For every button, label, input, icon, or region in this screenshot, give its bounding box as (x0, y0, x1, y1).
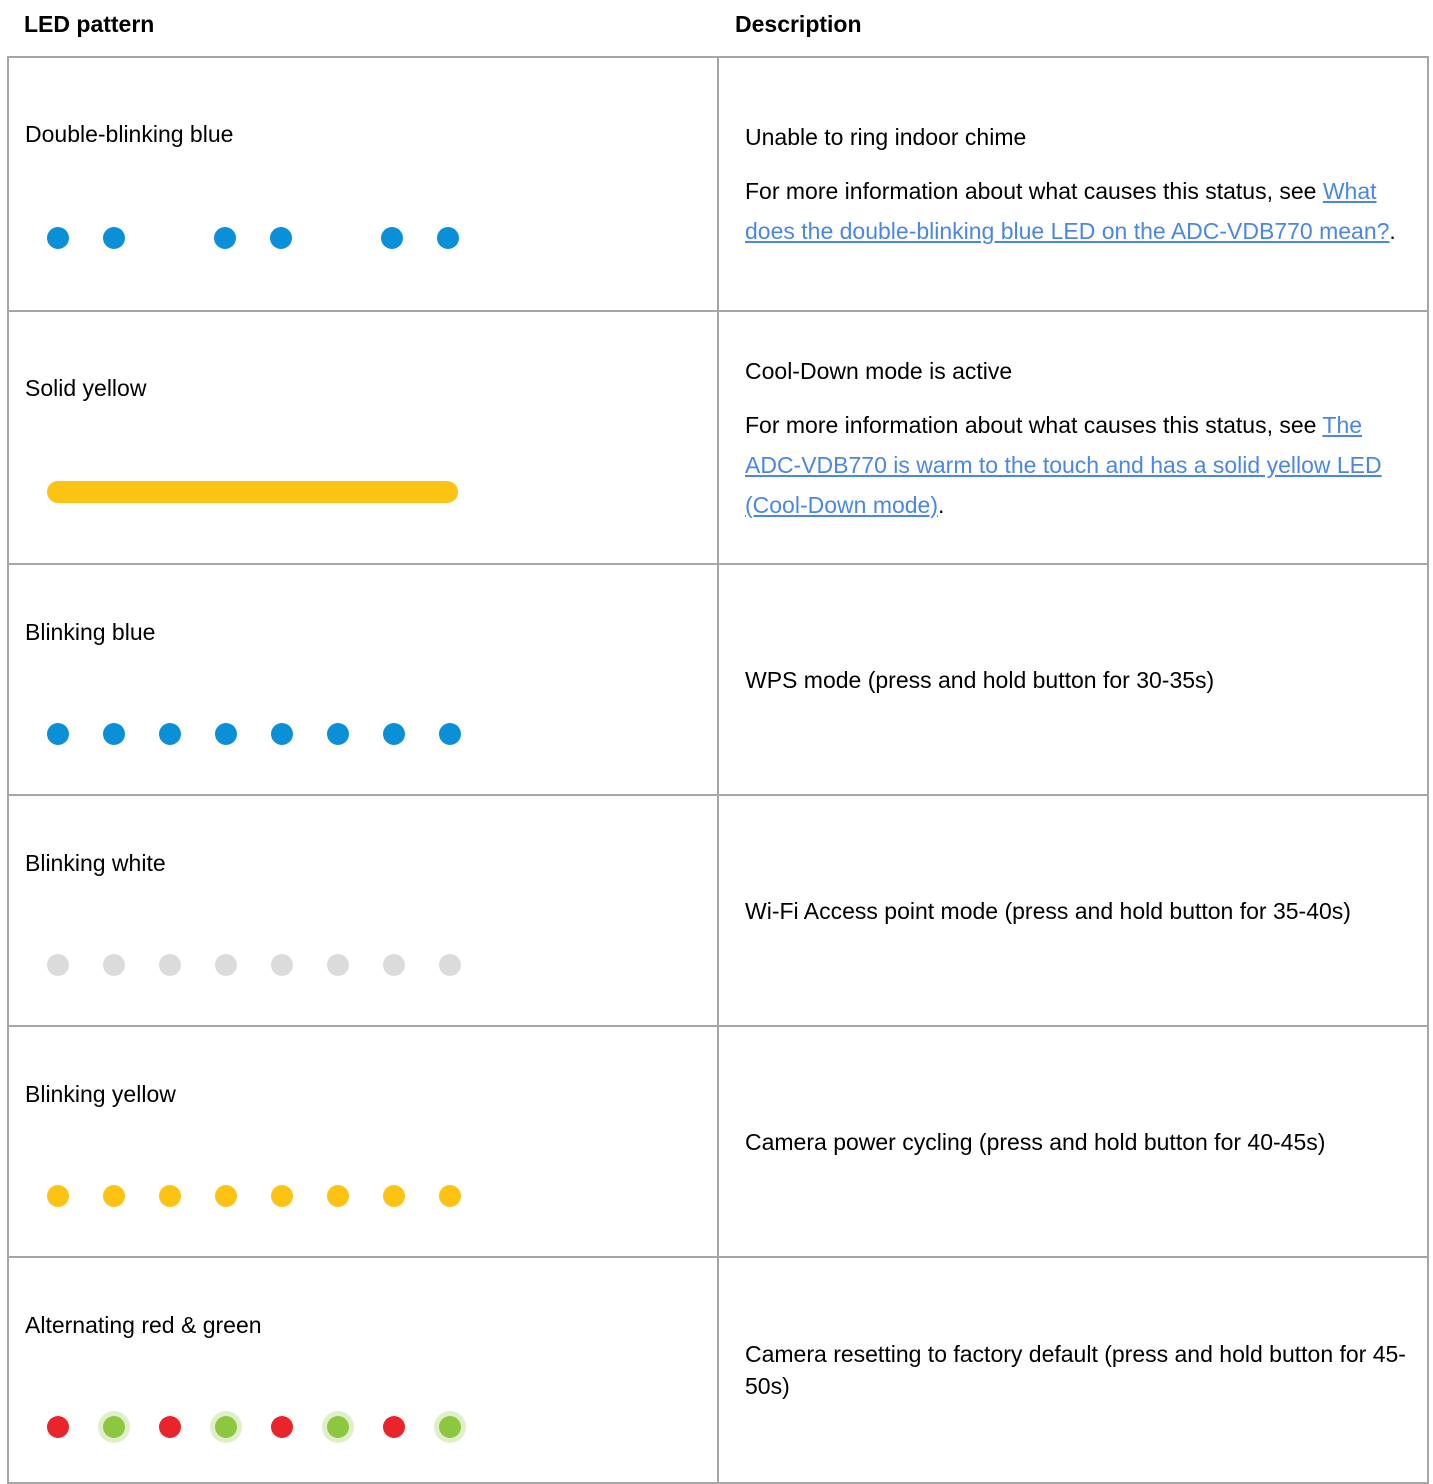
status-description: Camera power cycling (press and hold but… (745, 1128, 1326, 1155)
led-dot (103, 1416, 125, 1438)
led-dot (103, 723, 125, 745)
led-dot (215, 1416, 237, 1438)
info-prefix: For more information about what causes t… (745, 178, 1323, 204)
led-dot (47, 723, 69, 745)
led-pattern-table: Double-blinking blue Unable to ring indo… (7, 56, 1429, 1484)
led-solid-bar (47, 481, 458, 503)
led-cell: Alternating red & green (7, 1256, 719, 1484)
led-dot (439, 723, 461, 745)
status-title: Cool-Down mode is active (745, 357, 1013, 384)
led-label: Blinking yellow (25, 1081, 176, 1107)
info-prefix: For more information about what causes t… (745, 411, 1323, 438)
led-label: Alternating red & green (25, 1312, 262, 1338)
led-dot (159, 723, 181, 745)
led-dot (215, 1185, 237, 1207)
led-dot (327, 723, 349, 745)
led-dot (214, 227, 236, 249)
led-dot (159, 1416, 181, 1438)
led-dot (439, 1416, 461, 1438)
description-cell: Camera resetting to factory default (pre… (717, 1256, 1429, 1484)
led-dot (437, 227, 459, 249)
led-dot (383, 1185, 405, 1207)
led-cell: Double-blinking blue (7, 56, 719, 312)
led-dot (215, 954, 237, 976)
led-dot (381, 227, 403, 249)
led-dot (271, 954, 293, 976)
description-cell: WPS mode (press and hold button for 30-3… (717, 563, 1429, 796)
table-header: LED pattern Description (0, 0, 1433, 56)
led-dot (383, 1416, 405, 1438)
led-cell: Blinking blue (7, 563, 719, 796)
led-cell: Blinking yellow (7, 1025, 719, 1258)
status-description: WPS mode (press and hold button for 30-3… (745, 666, 1215, 693)
led-dot (271, 1185, 293, 1207)
led-cell: Solid yellow (7, 310, 719, 565)
led-label: Solid yellow (25, 375, 147, 401)
description-cell: Camera power cycling (press and hold but… (717, 1025, 1429, 1258)
info-suffix: . (938, 491, 945, 518)
description-cell: Cool-Down mode is active For more inform… (717, 310, 1429, 565)
status-title: Unable to ring indoor chime (745, 124, 1027, 150)
table-row: Double-blinking blue Unable to ring indo… (7, 56, 1429, 312)
table-row: Blinking white Wi-Fi Access point mode (… (7, 794, 1429, 1027)
header-led-pattern: LED pattern (24, 11, 155, 37)
table-row: Alternating red & green Camera resetting… (7, 1256, 1429, 1484)
led-dot (103, 227, 125, 249)
led-label: Blinking white (25, 850, 166, 876)
led-dot (47, 1416, 69, 1438)
info-suffix: . (1389, 218, 1396, 244)
description-cell: Wi-Fi Access point mode (press and hold … (717, 794, 1429, 1027)
header-description: Description (735, 11, 862, 37)
led-status-page: LED pattern Description Double-blinking … (0, 0, 1433, 1484)
status-info: For more information about what causes t… (745, 171, 1413, 251)
table-row: Solid yellow Cool-Down mode is active Fo… (7, 310, 1429, 565)
led-dot (383, 723, 405, 745)
led-dot (439, 1185, 461, 1207)
led-dot (327, 1185, 349, 1207)
led-dot (271, 723, 293, 745)
led-dot (47, 227, 69, 249)
led-dot (215, 723, 237, 745)
led-dot (327, 1416, 349, 1438)
led-dot (439, 954, 461, 976)
table-row: Blinking blue WPS mode (press and hold b… (7, 563, 1429, 796)
led-label: Blinking blue (25, 619, 156, 645)
led-dot (159, 1185, 181, 1207)
description-cell: Unable to ring indoor chime For more inf… (717, 56, 1429, 312)
led-dot (271, 1416, 293, 1438)
led-dot (159, 954, 181, 976)
table-row: Blinking yellow Camera power cycling (pr… (7, 1025, 1429, 1258)
led-label: Double-blinking blue (25, 121, 234, 147)
led-dot (47, 954, 69, 976)
led-dot (327, 954, 349, 976)
led-dot (103, 954, 125, 976)
status-info: For more information about what causes t… (745, 405, 1413, 525)
led-dot (270, 227, 292, 249)
status-description: Wi-Fi Access point mode (press and hold … (745, 897, 1351, 924)
status-description: Camera resetting to factory default (pre… (745, 1341, 1406, 1399)
led-dot (103, 1185, 125, 1207)
led-dot (47, 1185, 69, 1207)
led-dot (383, 954, 405, 976)
led-cell: Blinking white (7, 794, 719, 1027)
